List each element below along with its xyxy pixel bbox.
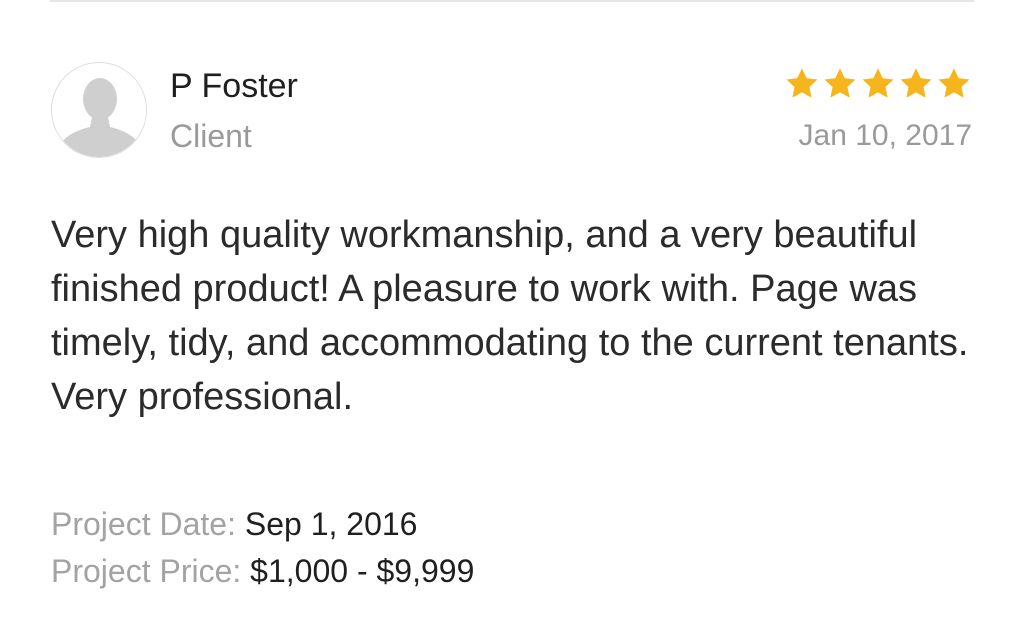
project-date-label: Project Date: [51, 506, 236, 542]
star-icon [786, 68, 818, 98]
review-card: P Foster Client Jan 10, 2017 Very high q… [0, 0, 1024, 633]
review-text: Very high quality workmanship, and a ver… [51, 214, 969, 418]
reviewer-role: Client [170, 118, 252, 154]
star-rating [784, 66, 972, 102]
person-silhouette-icon [52, 63, 146, 157]
review-date: Jan 10, 2017 [798, 119, 972, 152]
star-icon [900, 68, 932, 98]
project-date-value: Sep 1, 2016 [244, 506, 418, 542]
star-icon [862, 68, 894, 98]
star-icon [824, 68, 856, 98]
project-price-row: Project Price: $1,000 - $9,999 [51, 551, 474, 591]
reviewer-name: P Foster [170, 67, 298, 105]
star-icon [938, 68, 970, 98]
project-price-value: $1,000 - $9,999 [250, 553, 475, 589]
avatar [51, 62, 147, 158]
project-price-label: Project Price: [51, 553, 242, 589]
project-date-row: Project Date: Sep 1, 2016 [51, 504, 417, 544]
